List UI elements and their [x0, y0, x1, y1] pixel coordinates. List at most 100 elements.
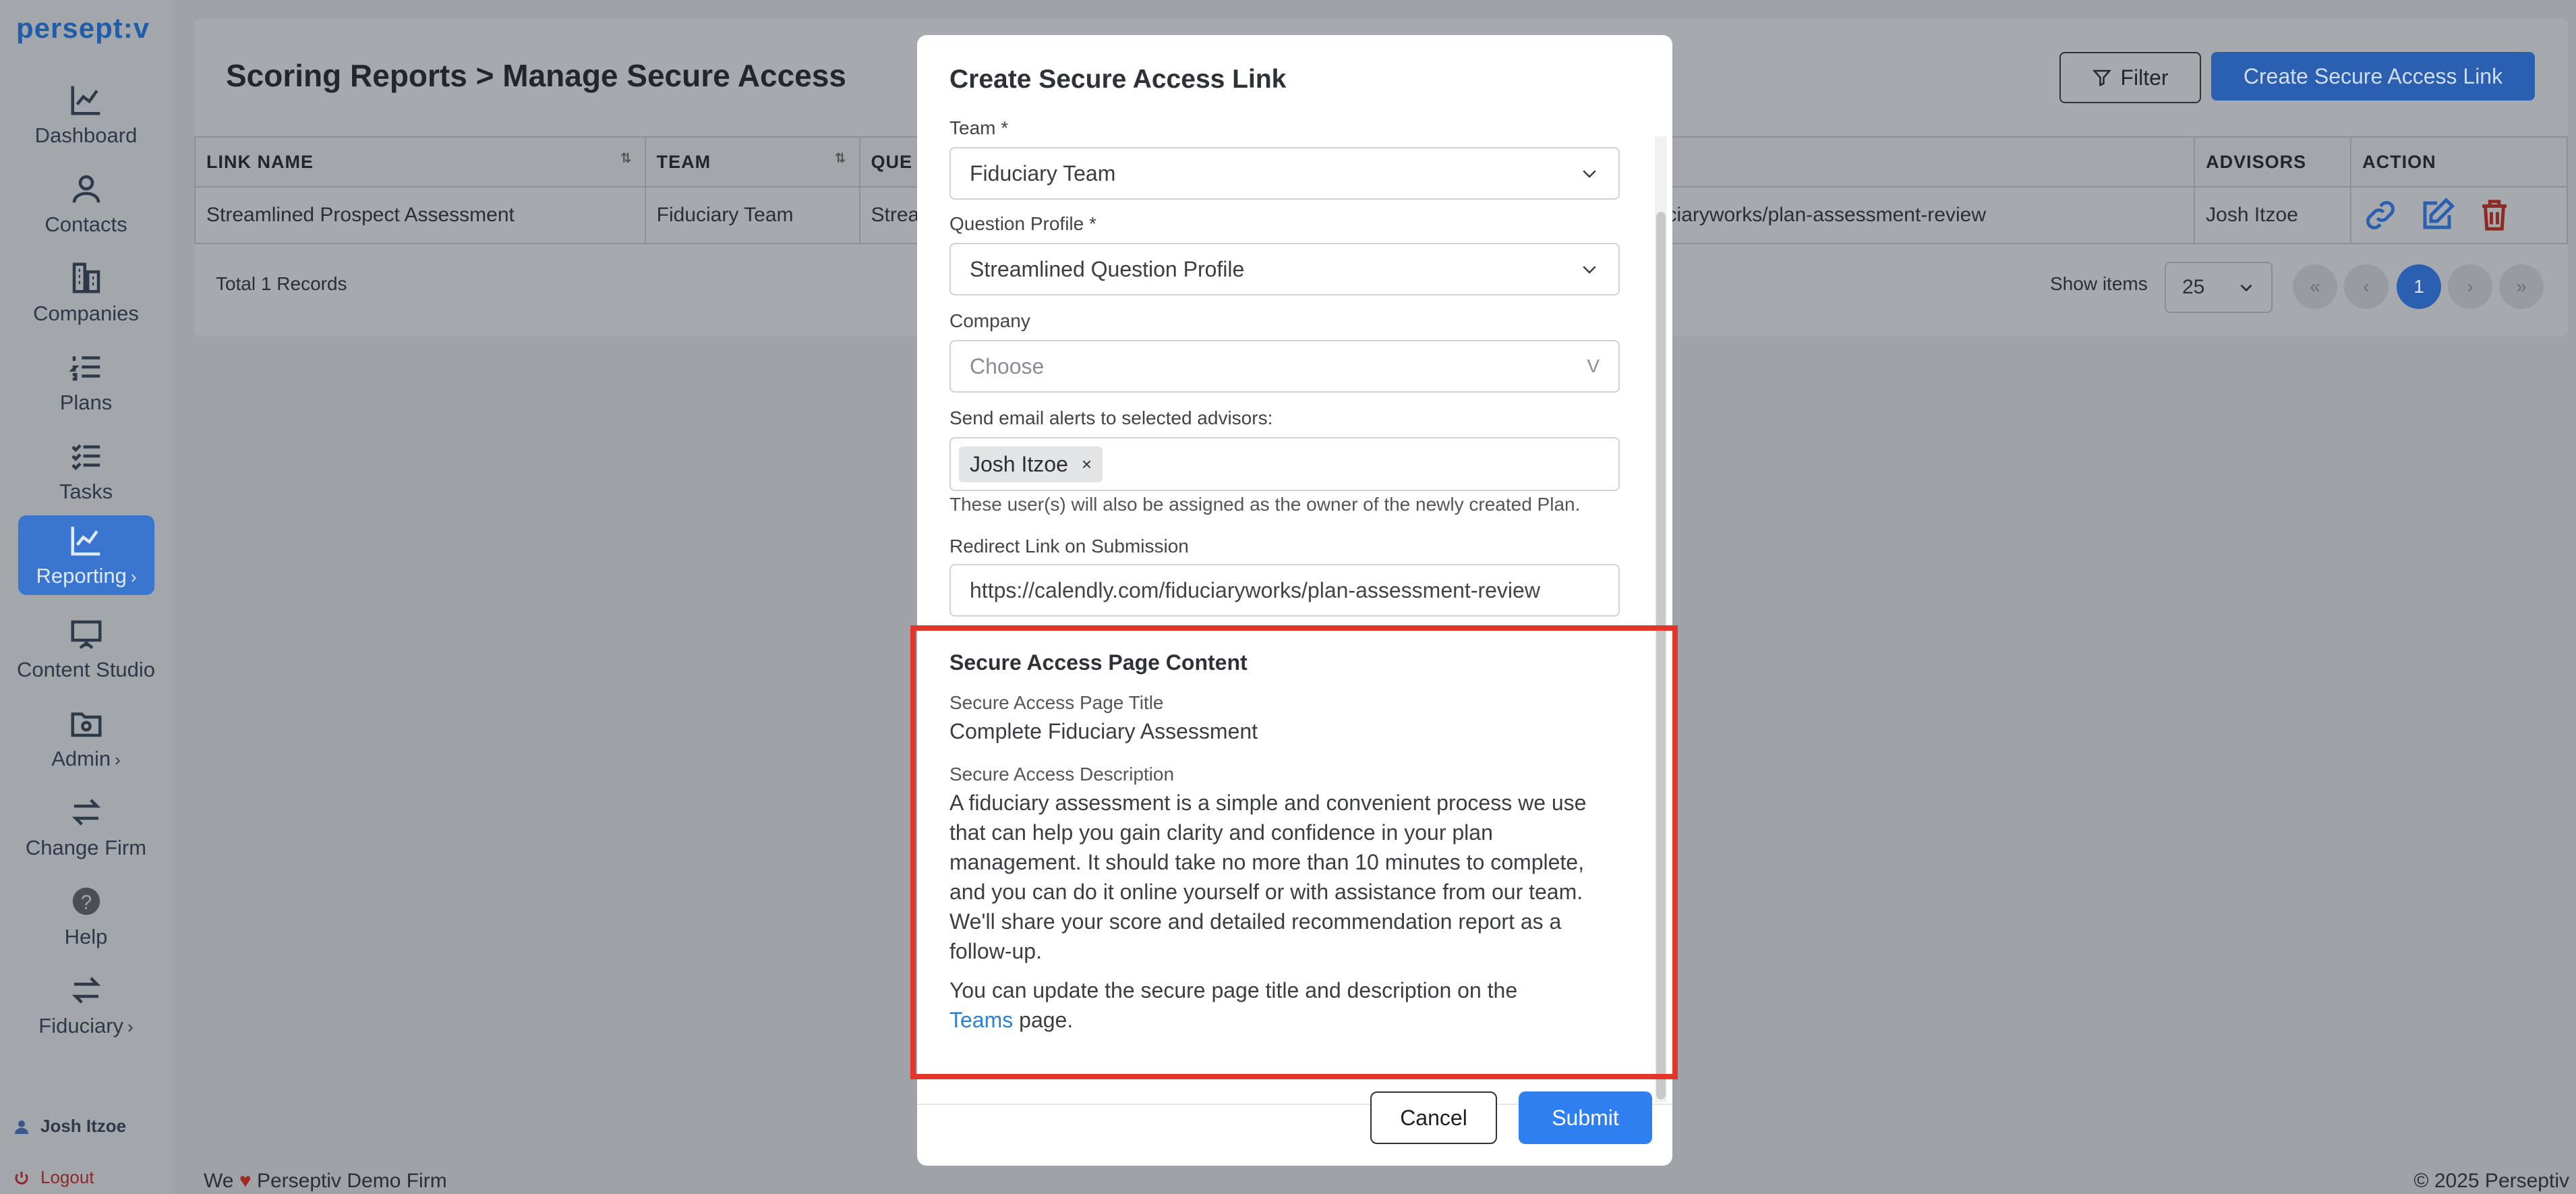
- sidebar-item-fiduciary[interactable]: Fiduciary ›: [0, 965, 172, 1046]
- edit-icon[interactable]: [2419, 197, 2455, 233]
- advisors-label: Send email alerts to selected advisors:: [949, 407, 1273, 428]
- user-icon: [68, 171, 105, 207]
- chevron-down-icon: V: [1587, 356, 1600, 376]
- sidebar-item-label: Contacts: [45, 212, 127, 236]
- sidebar-item-dashboard[interactable]: Dashboard: [0, 74, 172, 155]
- column-header-advisors: ADVISORS: [2194, 136, 2352, 188]
- pager-prev-button[interactable]: ‹: [2344, 264, 2389, 309]
- sort-icon[interactable]: ⇅: [835, 150, 847, 167]
- column-header-link-name[interactable]: LINK NAME ⇅: [194, 136, 646, 188]
- page-title-value: Complete Fiduciary Assessment: [949, 719, 1258, 743]
- sidebar-item-label: Change Firm: [25, 836, 147, 859]
- swap-icon: [68, 972, 105, 1008]
- page-title: Scoring Reports > Manage Secure Access: [226, 58, 846, 93]
- chevron-right-icon: ›: [115, 749, 121, 770]
- show-items-label: Show items: [2050, 273, 2148, 294]
- swap-icon: [68, 794, 105, 830]
- team-label: Team *: [949, 117, 1009, 138]
- sidebar-item-label: Plans: [59, 391, 113, 414]
- sidebar-item-label: Fiduciary ›: [38, 1014, 134, 1037]
- team-select[interactable]: Fiduciary Team: [949, 147, 1620, 200]
- svg-text:?: ?: [80, 892, 91, 913]
- power-icon: [15, 1171, 28, 1185]
- sidebar: persept:v Dashboard Contacts Companies P…: [0, 0, 172, 1194]
- description-value: A fiduciary assessment is a simple and c…: [949, 791, 1587, 963]
- teams-link[interactable]: Teams: [949, 1008, 1013, 1032]
- list-numbered-icon: [68, 349, 105, 385]
- submit-button[interactable]: Submit: [1519, 1091, 1652, 1144]
- cell-team: Fiduciary Team: [644, 186, 860, 244]
- redirect-link-input[interactable]: https://calendly.com/fiduciaryworks/plan…: [949, 564, 1620, 617]
- sidebar-item-help[interactable]: ? Help: [0, 876, 172, 957]
- delete-icon[interactable]: [2476, 197, 2513, 233]
- sidebar-item-label: Admin ›: [51, 747, 121, 770]
- create-secure-access-link-modal: Create Secure Access Link Team * Fiducia…: [917, 35, 1672, 1166]
- column-header-team[interactable]: TEAM ⇅: [644, 136, 860, 188]
- chevron-down-icon: [1583, 266, 1596, 274]
- redirect-label: Redirect Link on Submission: [949, 536, 1189, 557]
- cell-link-name: Streamlined Prospect Assessment: [194, 186, 646, 244]
- create-secure-access-link-button[interactable]: Create Secure Access Link: [2211, 52, 2535, 101]
- modal-scrollbar-thumb[interactable]: [1656, 212, 1666, 1100]
- sidebar-item-reporting[interactable]: Reporting ›: [18, 515, 154, 595]
- advisor-tag-label: Josh Itzoe: [970, 451, 1068, 476]
- sidebar-item-contacts[interactable]: Contacts: [0, 163, 172, 244]
- filter-button[interactable]: Filter: [2059, 52, 2201, 103]
- sidebar-item-label: Dashboard: [34, 123, 138, 147]
- pager-next-button[interactable]: ›: [2448, 264, 2492, 309]
- sidebar-item-tasks[interactable]: Tasks: [0, 430, 172, 511]
- logout-button[interactable]: Logout: [13, 1167, 94, 1188]
- question-profile-value: Streamlined Question Profile: [970, 256, 1245, 281]
- sidebar-item-admin[interactable]: Admin ›: [0, 698, 172, 778]
- chevron-down-icon: [2240, 284, 2252, 292]
- cell-advisors: Josh Itzoe: [2194, 186, 2352, 244]
- footer-firm: We ♥ Perseptiv Demo Firm: [204, 1170, 447, 1192]
- cell-question-profile: Strea: [871, 204, 920, 226]
- chevron-right-icon: ›: [130, 567, 137, 587]
- sidebar-item-label: Companies: [33, 302, 139, 325]
- chart-icon: [68, 522, 105, 559]
- checklist-icon: [68, 438, 105, 474]
- help-icon: ?: [68, 883, 105, 919]
- update-note: You can update the secure page title and…: [949, 978, 1518, 1032]
- modal-title: Create Secure Access Link: [949, 65, 1287, 94]
- pager-last-button[interactable]: »: [2499, 264, 2544, 309]
- sidebar-item-content-studio[interactable]: Content Studio: [0, 608, 172, 689]
- remove-tag-icon[interactable]: ×: [1082, 454, 1092, 475]
- cancel-button[interactable]: Cancel: [1370, 1091, 1497, 1144]
- redirect-link-value: https://calendly.com/fiduciaryworks/plan…: [970, 577, 1540, 602]
- user-name: Josh Itzoe: [40, 1116, 127, 1136]
- company-select[interactable]: Choose V: [949, 340, 1620, 393]
- company-placeholder: Choose: [970, 353, 1045, 378]
- folder-gear-icon: [68, 705, 105, 741]
- description-label: Secure Access Description: [949, 764, 1175, 785]
- chevron-right-icon: ›: [127, 1017, 134, 1037]
- pager-first-button[interactable]: «: [2293, 264, 2337, 309]
- company-label: Company: [949, 310, 1030, 331]
- app-logo[interactable]: persept:v: [16, 12, 150, 45]
- pager-page-1[interactable]: 1: [2397, 264, 2441, 309]
- team-value: Fiduciary Team: [970, 161, 1116, 186]
- sidebar-item-label: Tasks: [59, 480, 113, 503]
- sidebar-item-companies[interactable]: Companies: [0, 252, 172, 333]
- sidebar-item-label: Reporting ›: [36, 564, 137, 588]
- logout-label: Logout: [40, 1167, 94, 1187]
- link-icon[interactable]: [2362, 197, 2399, 233]
- advisor-tag: Josh Itzoe ×: [959, 446, 1103, 482]
- advisors-multiselect[interactable]: Josh Itzoe ×: [949, 437, 1620, 491]
- sort-icon[interactable]: ⇅: [620, 150, 633, 167]
- page-title-label: Secure Access Page Title: [949, 692, 1164, 713]
- sidebar-item-plans[interactable]: Plans: [0, 341, 172, 422]
- filter-label: Filter: [2120, 65, 2169, 90]
- sidebar-item-change-firm[interactable]: Change Firm: [0, 787, 172, 868]
- current-user[interactable]: Josh Itzoe: [13, 1116, 126, 1137]
- building-icon: [68, 260, 105, 296]
- advisors-helper-text: These user(s) will also be assigned as t…: [949, 494, 1581, 515]
- total-records: Total 1 Records: [216, 273, 347, 294]
- chevron-down-icon: [1583, 170, 1596, 178]
- cell-redirect-link: iduciaryworks/plan-assessment-review: [1639, 204, 1987, 226]
- footer-copyright: © 2025 Perseptiv: [2413, 1170, 2569, 1192]
- question-profile-select[interactable]: Streamlined Question Profile: [949, 243, 1620, 295]
- sidebar-item-label: Help: [64, 925, 108, 948]
- page-size-select[interactable]: 25: [2165, 262, 2273, 313]
